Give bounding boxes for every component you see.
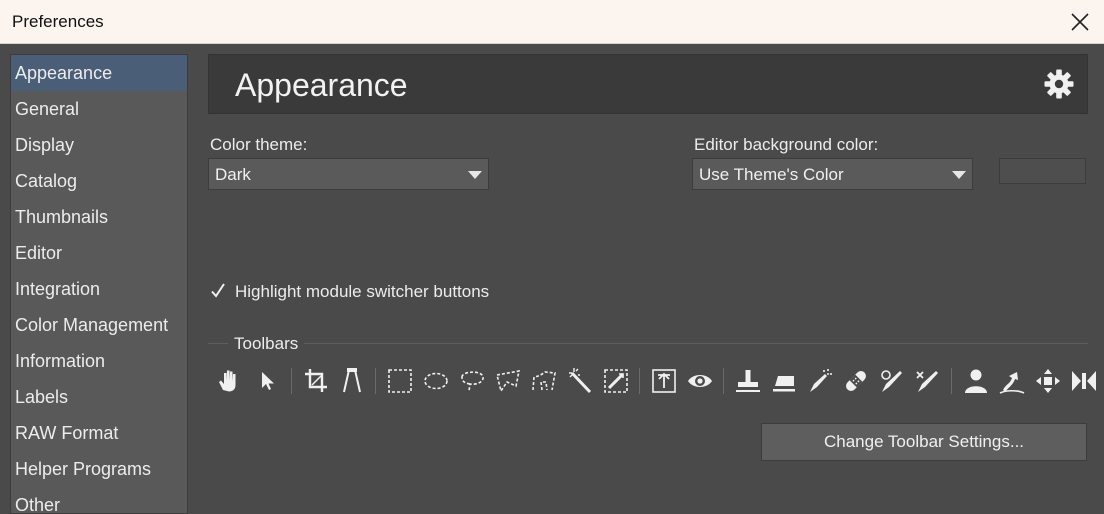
person-tool-icon[interactable] [960,364,992,398]
color-theme-value: Dark [215,165,251,184]
toolbars-divider [208,343,1088,344]
change-toolbar-settings-button[interactable]: Change Toolbar Settings... [761,423,1087,461]
sidebar-item-color-management[interactable]: Color Management [11,307,187,343]
sidebar-item-general[interactable]: General [11,91,187,127]
gradient-selection-tool-icon[interactable] [600,364,632,398]
page-header: Appearance [208,54,1088,114]
move-transform-tool-icon[interactable] [1032,364,1064,398]
sidebar-item-editor[interactable]: Editor [11,235,187,271]
sidebar-item-information[interactable]: Information [11,343,187,379]
hand-tool-icon[interactable] [214,364,246,398]
highlight-module-checkbox[interactable] [208,281,228,301]
polygon-lasso-tool-icon[interactable] [492,364,524,398]
red-eye-tool-icon[interactable] [684,364,716,398]
color-theme-label: Color theme: [210,135,308,154]
sidebar-item-catalog[interactable]: Catalog [11,163,187,199]
sidebar-item-integration[interactable]: Integration [11,271,187,307]
rect-selection-tool-icon[interactable] [384,364,416,398]
chevron-down-icon [952,171,966,179]
eraser-tool-icon[interactable] [768,364,800,398]
export-tool-icon[interactable] [648,364,680,398]
brush-edit-tool-icon[interactable] [912,364,944,398]
window-titlebar: Preferences [0,0,1104,44]
close-icon[interactable] [1066,8,1094,36]
healing-bandage-tool-icon[interactable] [840,364,872,398]
sidebar-item-other[interactable]: Other [11,487,187,513]
crop-tool-icon[interactable] [300,364,332,398]
magic-wand-tool-icon[interactable] [564,364,596,398]
chevron-down-icon [468,171,482,179]
sidebar-item-raw-format[interactable]: RAW Format [11,415,187,451]
select-arrow-tool-icon[interactable] [252,364,284,398]
highlight-module-label: Highlight module switcher buttons [235,282,490,301]
lasso-tool-icon[interactable] [456,364,488,398]
editor-bg-color-swatch[interactable] [999,158,1086,184]
brush-tool-icon[interactable] [876,364,908,398]
editor-bg-label: Editor background color: [694,135,879,154]
magnetic-lasso-tool-icon[interactable] [528,364,560,398]
window-title: Preferences [12,12,104,31]
sidebar-item-helper-programs[interactable]: Helper Programs [11,451,187,487]
ellipse-selection-tool-icon[interactable] [420,364,452,398]
sidebar-item-labels[interactable]: Labels [11,379,187,415]
editor-bg-select[interactable]: Use Theme's Color [692,158,973,190]
toolbars-label: Toolbars [234,334,299,353]
toolbar-preview [214,364,1104,398]
gear-icon[interactable] [1043,68,1075,100]
perspective-tool-icon[interactable] [336,364,368,398]
category-sidebar: Appearance General Display Catalog Thumb… [10,54,188,514]
page-title: Appearance [235,67,408,103]
shrink-tool-icon[interactable] [1068,364,1100,398]
clone-stamp-tool-icon[interactable] [732,364,764,398]
sidebar-item-display[interactable]: Display [11,127,187,163]
liquify-tool-icon[interactable] [996,364,1028,398]
sidebar-item-thumbnails[interactable]: Thumbnails [11,199,187,235]
brush-spray-tool-icon[interactable] [804,364,836,398]
sidebar-item-appearance[interactable]: Appearance [11,55,187,91]
editor-bg-value: Use Theme's Color [699,165,844,184]
color-theme-select[interactable]: Dark [208,158,489,190]
